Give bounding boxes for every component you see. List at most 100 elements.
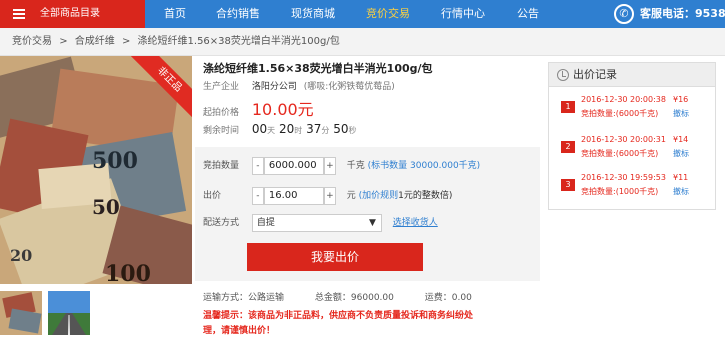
countdown-row: 剩余时间 00天 20时 37分 50秒	[203, 122, 356, 136]
product-title: 涤纶短纤维1.56×38荧光增白半消光100g/包	[203, 62, 433, 75]
transport-value: 公路运输	[248, 293, 285, 303]
price-minus-button[interactable]: -	[251, 187, 264, 205]
breadcrumb: 竞价交易 > 合成纤维 > 涤纶短纤维1.56×38荧光增白半消光100g/包	[0, 28, 725, 56]
seconds-unit: 秒	[348, 126, 357, 135]
record-number: 2	[561, 141, 575, 153]
svg-text:50: 50	[92, 195, 120, 219]
quantity-plus-button[interactable]: +	[323, 157, 336, 175]
quantity-label: 竞拍数量	[203, 161, 240, 171]
delivery-value: 自提	[256, 218, 275, 228]
countdown-hours: 20	[278, 122, 295, 136]
bid-rule-text: 1元的整数倍)	[398, 191, 453, 201]
countdown: 00天 20时 37分 50秒	[252, 122, 357, 136]
company-name: 洛阳分公司	[251, 82, 297, 92]
freight-value: 0.00	[451, 293, 472, 303]
record-number: 1	[561, 101, 575, 113]
category-menu-button[interactable]: 全部商品目录	[0, 0, 145, 28]
delivery-row: 配送方式 自提 ▼ 选择收货人	[203, 214, 438, 232]
product-image: 500 50 20 100 非正品	[0, 56, 192, 284]
tender-quantity-link[interactable]: (标书数量 30000.000千克)	[368, 161, 481, 171]
start-price: 10.00元	[251, 100, 314, 119]
record-number: 3	[561, 179, 575, 191]
quantity-input[interactable]: 6000.000	[263, 157, 324, 175]
quantity-minus-button[interactable]: -	[251, 157, 264, 175]
start-price-row: 起拍价格 10.00元	[203, 96, 314, 120]
quantity-row: 竞拍数量 -6000.000 + 千克 (标书数量 30000.000千克)	[203, 157, 480, 175]
withdraw-bid-link[interactable]: 撤标	[673, 186, 689, 197]
nav-contract-sales[interactable]: 合约销售	[213, 0, 263, 28]
total-label: 总金额：	[314, 293, 351, 303]
category-menu-label: 全部商品目录	[40, 8, 100, 19]
submit-bid-button[interactable]: 我要出价	[247, 243, 423, 271]
nav-home[interactable]: 首页	[160, 0, 190, 28]
breadcrumb-category[interactable]: 合成纤维	[75, 36, 115, 47]
record-quantity: 竞拍数量:(6000千克)	[581, 109, 659, 118]
record-time: 2016-12-30 20:00:31	[581, 135, 666, 144]
menu-icon	[13, 9, 25, 19]
bid-price-row: 出价 -16.00 + 元 (加价规则1元的整数倍)	[203, 187, 452, 205]
bid-record: 3 2016-12-30 19:59:53 ¥11 竞拍数量:(1000千克) …	[549, 171, 715, 201]
nav-notice[interactable]: 公告	[513, 0, 543, 28]
chevron-down-icon: ▼	[368, 218, 376, 228]
bid-records-title: 出价记录	[573, 68, 617, 81]
bid-records-panel: 出价记录 1 2016-12-30 20:00:38 ¥16 竞拍数量:(600…	[548, 62, 716, 210]
phone-icon: ✆	[614, 4, 634, 24]
freight-label: 运费：	[424, 293, 452, 303]
thumbnail-banknotes-image	[0, 291, 42, 335]
withdraw-bid-link[interactable]: 撤标	[673, 148, 689, 159]
record-price: ¥14	[673, 135, 689, 144]
bid-price-unit: 元	[346, 191, 356, 201]
bid-price-label: 出价	[203, 191, 222, 201]
breadcrumb-separator: >	[121, 36, 131, 47]
quantity-unit: 千克	[346, 161, 365, 171]
breadcrumb-product: 涤纶短纤维1.56×38荧光增白半消光100g/包	[137, 36, 340, 47]
summary-row: 运输方式：公路运输 总金额：96000.00 运费：0.00	[203, 290, 472, 303]
company-label: 生产企业	[203, 82, 240, 92]
svg-text:500: 500	[92, 148, 138, 174]
countdown-minutes: 37	[306, 122, 322, 136]
record-price: ¥16	[673, 95, 689, 104]
thumbnail-banknotes[interactable]	[0, 291, 42, 335]
transport-label: 运输方式：	[203, 293, 249, 303]
breadcrumb-separator: >	[59, 36, 68, 47]
svg-text:20: 20	[10, 246, 32, 265]
days-unit: 天	[267, 126, 276, 135]
bid-record: 1 2016-12-30 20:00:38 ¥16 竞拍数量:(6000千克) …	[549, 93, 715, 123]
bid-records-header: 出价记录	[549, 63, 715, 87]
thumbnail-road[interactable]	[48, 291, 90, 335]
record-time: 2016-12-30 19:59:53	[581, 173, 666, 182]
record-time: 2016-12-30 20:00:38	[581, 95, 666, 104]
top-nav: 全部商品目录 首页 合约销售 现货商城 竞价交易 行情中心 公告 ✆ 客服电话：…	[0, 0, 725, 28]
banknotes-image: 500 50 20 100	[0, 56, 192, 284]
record-price: ¥11	[673, 173, 689, 182]
nav-market[interactable]: 行情中心	[438, 0, 488, 28]
select-receiver-link[interactable]: 选择收货人	[393, 218, 438, 228]
clock-icon	[557, 69, 569, 81]
company-row: 生产企业 洛阳分公司 (哪吸:化粥铁莓优莓品)	[203, 79, 395, 92]
nav-spot-mall[interactable]: 现货商城	[288, 0, 338, 28]
bid-record: 2 2016-12-30 20:00:31 ¥14 竞拍数量:(6000千克) …	[549, 133, 715, 163]
record-quantity: 竞拍数量:(6000千克)	[581, 149, 659, 158]
hotline: ✆ 客服电话：95388	[612, 0, 725, 28]
delivery-label: 配送方式	[203, 218, 240, 228]
company-note: (哪吸:化粥铁莓优莓品)	[303, 82, 395, 92]
svg-text:100: 100	[105, 261, 151, 284]
breadcrumb-auction[interactable]: 竞价交易	[12, 36, 52, 47]
withdraw-bid-link[interactable]: 撤标	[673, 108, 689, 119]
delivery-select[interactable]: 自提 ▼	[251, 214, 382, 232]
record-quantity: 竞拍数量:(1000千克)	[581, 187, 659, 196]
nav-auction[interactable]: 竞价交易	[363, 0, 413, 28]
bid-price-input[interactable]: 16.00	[263, 187, 324, 205]
bid-rule-link[interactable]: (加价规则	[359, 191, 399, 201]
thumbnail-road-image	[48, 291, 90, 335]
hotline-text: 客服电话：95388	[640, 7, 725, 20]
start-price-label: 起拍价格	[203, 108, 240, 118]
minutes-unit: 分	[321, 126, 330, 135]
countdown-seconds: 50	[333, 122, 349, 136]
price-plus-button[interactable]: +	[323, 187, 336, 205]
countdown-label: 剩余时间	[203, 126, 240, 136]
hours-unit: 时	[294, 126, 303, 135]
total-value: 96000.00	[350, 293, 394, 303]
warning-notice: 温馨提示：该商品为非正品料，供应商不负责质量投诉和商务纠纷处理，请谨慎出价！	[203, 311, 474, 336]
bid-form: 竞拍数量 -6000.000 + 千克 (标书数量 30000.000千克) 出价…	[195, 147, 540, 281]
